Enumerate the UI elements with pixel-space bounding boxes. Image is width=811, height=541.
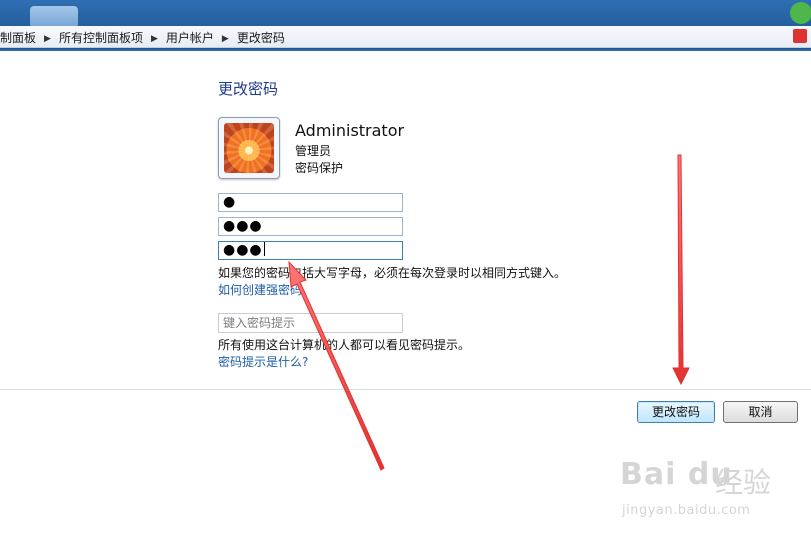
annotation-arrows bbox=[288, 154, 690, 471]
red-arrow-up-icon bbox=[288, 260, 385, 471]
red-arrow-down-icon bbox=[672, 154, 690, 386]
